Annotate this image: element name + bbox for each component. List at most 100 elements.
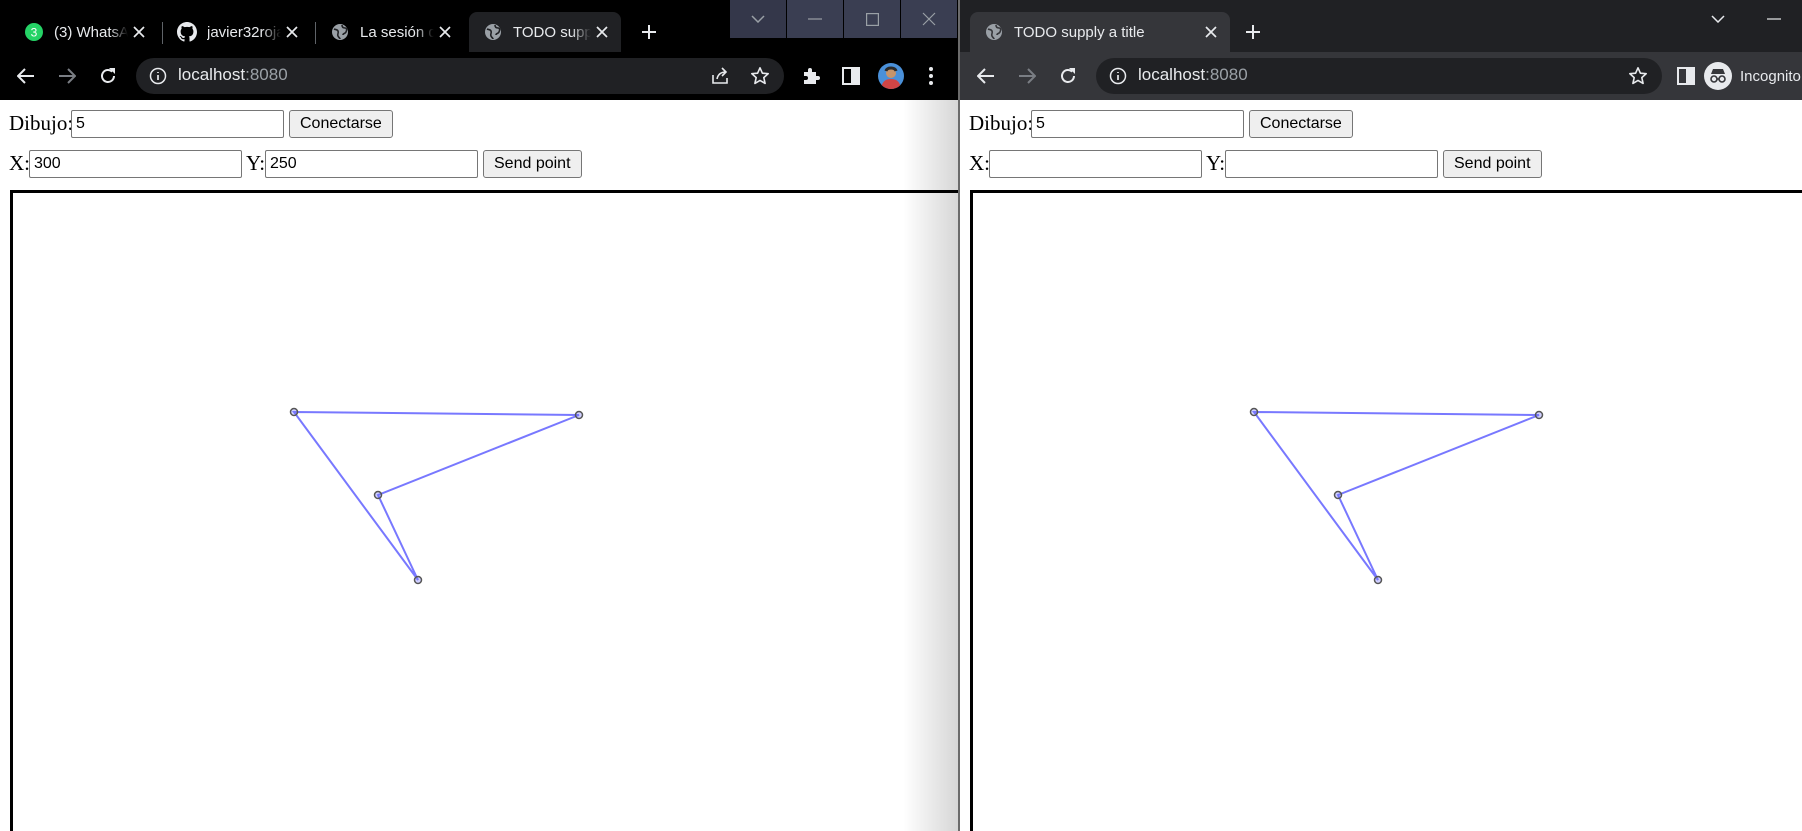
close-tab-icon[interactable]	[591, 21, 613, 43]
reload-button[interactable]	[1052, 60, 1084, 92]
incognito-chip[interactable]: Incognito	[1704, 62, 1802, 90]
drawing-point-1	[289, 407, 299, 417]
conectarse-button[interactable]: Conectarse	[1249, 110, 1353, 138]
reload-button[interactable]	[92, 60, 124, 92]
forward-button[interactable]	[51, 60, 83, 92]
maximize-button[interactable]	[844, 0, 900, 38]
menu-button[interactable]	[915, 60, 947, 92]
drawing-point-4	[413, 575, 423, 585]
tab-strip: 3 (3) WhatsApp javier32rojas La sesión d…	[0, 0, 958, 52]
x-label: X:	[969, 151, 990, 175]
tab-todo-active[interactable]: TODO supply a title	[469, 12, 621, 52]
x-input[interactable]	[29, 150, 242, 178]
url-host: localhost	[1138, 65, 1206, 84]
tab-whatsapp[interactable]: 3 (3) WhatsApp	[10, 12, 158, 52]
url-text: localhost:8080	[1138, 65, 1248, 85]
arrow-right-icon	[1019, 68, 1036, 84]
new-tab-button[interactable]	[633, 16, 665, 48]
drawing-point-2	[1534, 410, 1544, 420]
url-host: localhost	[178, 65, 246, 84]
drawing-point-3	[1333, 490, 1343, 500]
side-panel-button[interactable]	[835, 60, 867, 92]
browser-window-right: TODO supply a title localhost:8080 Incog…	[960, 0, 1802, 831]
plus-icon	[642, 25, 656, 39]
bookmark-star-icon[interactable]	[1628, 66, 1648, 91]
maximize-icon	[865, 12, 879, 26]
drawing-polygon	[292, 410, 580, 581]
new-tab-button[interactable]	[1237, 16, 1269, 48]
address-bar[interactable]: localhost:8080	[1096, 58, 1662, 94]
drawing-point-2	[574, 410, 584, 420]
browser-toolbar: localhost:8080 Incognito	[960, 52, 1802, 100]
tab-github[interactable]: javier32rojas	[163, 12, 311, 52]
whatsapp-icon: 3	[24, 22, 44, 42]
bookmark-star-icon[interactable]	[750, 66, 770, 91]
tab-strip: TODO supply a title	[960, 0, 1802, 52]
y-input[interactable]	[265, 150, 478, 178]
tab-title: TODO supply a title	[513, 23, 591, 41]
github-icon	[177, 22, 197, 42]
arrow-right-icon	[59, 68, 76, 84]
plus-icon	[1246, 25, 1260, 39]
dibujo-input[interactable]	[1031, 110, 1244, 138]
tab-todo-active[interactable]: TODO supply a title	[970, 12, 1230, 52]
url-port: :8080	[245, 65, 288, 84]
close-tab-icon[interactable]	[281, 21, 303, 43]
forward-button[interactable]	[1011, 60, 1043, 92]
close-tab-icon[interactable]	[434, 21, 456, 43]
browser-window-left: 3 (3) WhatsApp javier32rojas La sesión d…	[0, 0, 958, 831]
chevron-down-icon	[1711, 15, 1725, 23]
reload-icon	[1061, 68, 1075, 83]
incognito-icon	[1704, 62, 1732, 90]
arrow-left-icon	[977, 68, 994, 84]
info-icon[interactable]	[148, 66, 168, 86]
globe-icon	[483, 22, 503, 42]
info-icon[interactable]	[1108, 66, 1128, 86]
drawing-point-3	[373, 490, 383, 500]
address-bar[interactable]: localhost:8080	[136, 58, 784, 94]
send-point-button[interactable]: Send point	[1443, 150, 1542, 178]
tab-session[interactable]: La sesión de	[316, 12, 464, 52]
browser-toolbar: localhost:8080	[0, 52, 958, 100]
extensions-button[interactable]	[795, 60, 827, 92]
globe-icon	[984, 22, 1004, 42]
drawing-canvas[interactable]	[10, 190, 958, 831]
drawing-svg	[289, 407, 584, 585]
back-button[interactable]	[970, 60, 1002, 92]
tab-title: La sesión de	[360, 23, 434, 41]
tab-search-button[interactable]	[1690, 0, 1746, 38]
x-input[interactable]	[989, 150, 1202, 178]
side-panel-button[interactable]	[1670, 60, 1702, 92]
page-content: Dibujo: Conectarse X: Y: Send point	[960, 100, 1802, 831]
puzzle-icon	[804, 68, 820, 84]
close-window-button[interactable]	[901, 0, 957, 38]
close-icon	[922, 12, 936, 26]
drawing-canvas[interactable]	[970, 190, 1802, 831]
incognito-label: Incognito	[1740, 67, 1801, 85]
kebab-menu-icon	[929, 67, 933, 85]
tab-title: javier32rojas	[207, 23, 281, 41]
side-panel-icon	[1677, 67, 1695, 85]
tab-search-button[interactable]	[730, 0, 786, 38]
close-tab-icon[interactable]	[1200, 21, 1222, 43]
y-input[interactable]	[1225, 150, 1438, 178]
dibujo-input[interactable]	[71, 110, 284, 138]
reload-icon	[101, 68, 115, 83]
profile-avatar[interactable]	[878, 63, 904, 89]
chevron-down-icon	[751, 15, 765, 23]
minimize-icon	[808, 18, 822, 20]
arrow-left-icon	[17, 68, 34, 84]
send-point-button[interactable]: Send point	[483, 150, 582, 178]
conectarse-button[interactable]: Conectarse	[289, 110, 393, 138]
back-button[interactable]	[10, 60, 42, 92]
share-icon[interactable]	[710, 66, 730, 91]
drawing-polygon	[1252, 410, 1540, 581]
tab-title: TODO supply a title	[1014, 23, 1145, 41]
drawing-point-1	[1249, 407, 1259, 417]
close-tab-icon[interactable]	[128, 21, 150, 43]
drawing-point-4	[1373, 575, 1383, 585]
minimize-button[interactable]	[787, 0, 843, 38]
url-text: localhost:8080	[178, 65, 288, 85]
minimize-button[interactable]	[1746, 0, 1802, 38]
tab-title: (3) WhatsApp	[54, 23, 128, 41]
